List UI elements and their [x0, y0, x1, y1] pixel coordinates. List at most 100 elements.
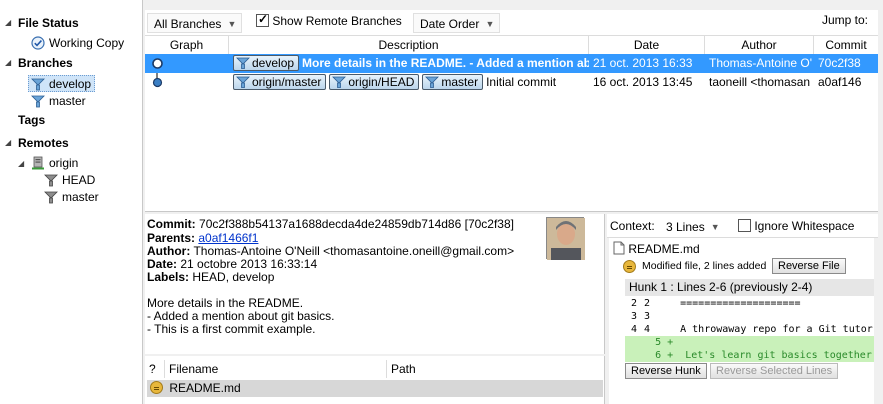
file-status-heading: File Status	[18, 16, 79, 30]
labels-line: Labels: HEAD, develop	[147, 270, 274, 284]
diff-sign	[662, 311, 668, 322]
diff-sign	[662, 324, 668, 335]
commit-hash-cell: a0af146	[818, 75, 862, 89]
diff-sign: +	[667, 337, 674, 348]
branch-tag[interactable]: develop	[233, 55, 300, 71]
description-cell: develop More details in the README. - Add…	[229, 54, 589, 73]
column-header-path[interactable]: Path	[387, 360, 605, 378]
collapse-triangle-icon[interactable]: ◢	[5, 138, 11, 147]
chevron-down-icon: ▼	[485, 19, 495, 29]
commit-label: Commit:	[147, 217, 196, 231]
table-row[interactable]: origin/master origin/HEAD master Initial co…	[145, 73, 878, 92]
author-line: Author: Thomas-Antoine O'Neill <thomasan…	[147, 244, 514, 258]
ignore-whitespace-label: Ignore Whitespace	[754, 219, 855, 233]
checkmark-icon: ✓	[258, 12, 269, 26]
column-header-status[interactable]: ?	[145, 360, 165, 378]
description-cell: origin/master origin/HEAD master Initial co…	[229, 73, 589, 92]
table-row[interactable]: develop More details in the README. - Add…	[145, 54, 878, 73]
sidebar-item-remote-head[interactable]: HEAD	[44, 172, 95, 189]
author-label: Author:	[147, 244, 191, 258]
branches-heading: Branches	[18, 56, 73, 70]
diff-file-header: README.md	[613, 241, 700, 256]
diff-line[interactable]: 22 ====================	[625, 297, 874, 310]
diff-content: README.md Modified file, 2 lines added R…	[609, 238, 874, 404]
context-dropdown[interactable]: 3 Lines ▼	[659, 216, 726, 236]
branch-tag[interactable]: origin/master	[233, 74, 327, 90]
old-line-number: 4	[630, 324, 637, 335]
commit-message-line: More details in the README.	[147, 296, 304, 310]
table-row[interactable]: README.md	[147, 380, 603, 397]
show-remote-branches-toggle[interactable]: ✓ Show Remote Branches	[256, 12, 402, 28]
diff-sign	[662, 298, 668, 309]
diff-file-name: README.md	[628, 242, 700, 256]
tags-heading[interactable]: Tags	[18, 113, 45, 127]
modified-file-icon	[150, 381, 163, 394]
reverse-selected-lines-button[interactable]: Reverse Selected Lines	[710, 363, 839, 379]
diff-sign: +	[667, 350, 674, 361]
branch-filter-dropdown[interactable]: All Branches ▼	[147, 13, 243, 33]
sidebar-item-working-copy[interactable]: Working Copy	[31, 35, 124, 52]
labels-value: HEAD, develop	[192, 270, 275, 284]
collapse-triangle-icon[interactable]: ◢	[5, 18, 11, 27]
reverse-hunk-button[interactable]: Reverse Hunk	[625, 363, 707, 379]
sidebar-item-develop[interactable]: develop	[28, 75, 96, 92]
branch-icon	[236, 57, 250, 69]
diff-line[interactable]: 44 A throwaway repo for a Git tutor	[625, 323, 874, 336]
column-header-date[interactable]: Date	[589, 36, 705, 54]
column-header-commit[interactable]: Commit	[814, 36, 878, 54]
parents-line: Parents: a0af1466f1	[147, 231, 258, 245]
branch-tag-label: master	[441, 75, 479, 89]
branch-icon	[44, 190, 58, 204]
branch-tag[interactable]: master	[422, 74, 484, 90]
commit-message-line: - Added a mention about git basics.	[147, 309, 335, 323]
chevron-down-icon: ▼	[710, 222, 720, 232]
chevron-down-icon: ▼	[227, 19, 237, 29]
sidebar-item-origin[interactable]: origin	[31, 155, 78, 172]
new-line-number: 6	[655, 350, 662, 361]
remote-branch-icon	[236, 76, 250, 88]
column-header-graph[interactable]: Graph	[145, 36, 229, 54]
sidebar-item-label: HEAD	[62, 173, 96, 187]
reverse-file-button[interactable]: Reverse File	[772, 258, 846, 274]
context-value: 3 Lines	[666, 220, 705, 234]
show-remote-label: Show Remote Branches	[272, 14, 402, 28]
date-value: 21 octobre 2013 16:33:14	[180, 257, 318, 271]
collapse-triangle-icon[interactable]: ◢	[5, 58, 11, 67]
branch-icon	[31, 77, 45, 91]
commit-message-line: - This is a first commit example.	[147, 322, 316, 336]
author-value: Thomas-Antoine O'Neill <thomasantoine.on…	[193, 244, 515, 258]
order-dropdown[interactable]: Date Order ▼	[413, 13, 501, 33]
old-line-number: 2	[630, 298, 637, 309]
diff-file-status: Modified file, 2 lines added	[642, 260, 767, 272]
diff-line[interactable]: 33	[625, 310, 874, 323]
commit-hash-line: Commit: 70c2f388b54137a1688decda4de24859…	[147, 217, 514, 231]
diff-toolbar: Context: 3 Lines ▼ Ignore Whitespace	[607, 214, 878, 238]
sidebar-item-remote-master[interactable]: master	[44, 189, 99, 206]
branch-icon	[425, 76, 440, 88]
checkmark-circle-icon	[31, 36, 45, 50]
ignore-whitespace-checkbox[interactable]	[738, 219, 751, 232]
commit-description: Initial commit	[486, 75, 557, 89]
column-header-author[interactable]: Author	[705, 36, 814, 54]
remote-branch-icon	[332, 76, 347, 88]
commit-details-pane: Commit: 70c2f388b54137a1688decda4de24859…	[145, 214, 605, 354]
diff-line-added[interactable]: 6 + Let's learn git basics together!	[625, 349, 874, 362]
new-line-number: 2	[643, 298, 650, 309]
sidebar-item-label: origin	[49, 156, 79, 170]
branch-tag[interactable]: origin/HEAD	[329, 74, 420, 90]
new-line-number: 4	[643, 324, 650, 335]
column-header-description[interactable]: Description	[229, 36, 589, 54]
branch-tag-label: develop	[252, 56, 295, 70]
show-remote-checkbox[interactable]: ✓	[256, 12, 269, 27]
diff-line-added[interactable]: 5 +	[625, 336, 874, 349]
column-header-filename[interactable]: Filename	[165, 360, 387, 378]
author-avatar	[546, 217, 585, 260]
ignore-whitespace-toggle[interactable]: Ignore Whitespace	[738, 219, 854, 233]
date-cell: 21 oct. 2013 16:33	[593, 56, 693, 70]
sidebar-item-master[interactable]: master	[31, 93, 86, 110]
diff-line-text: ====================	[680, 298, 801, 309]
sidebar-item-label: master	[49, 94, 86, 108]
collapse-triangle-icon[interactable]: ◢	[18, 159, 24, 168]
parent-commit-link[interactable]: a0af1466f1	[198, 231, 258, 245]
branch-tag-label: origin/master	[252, 75, 322, 89]
